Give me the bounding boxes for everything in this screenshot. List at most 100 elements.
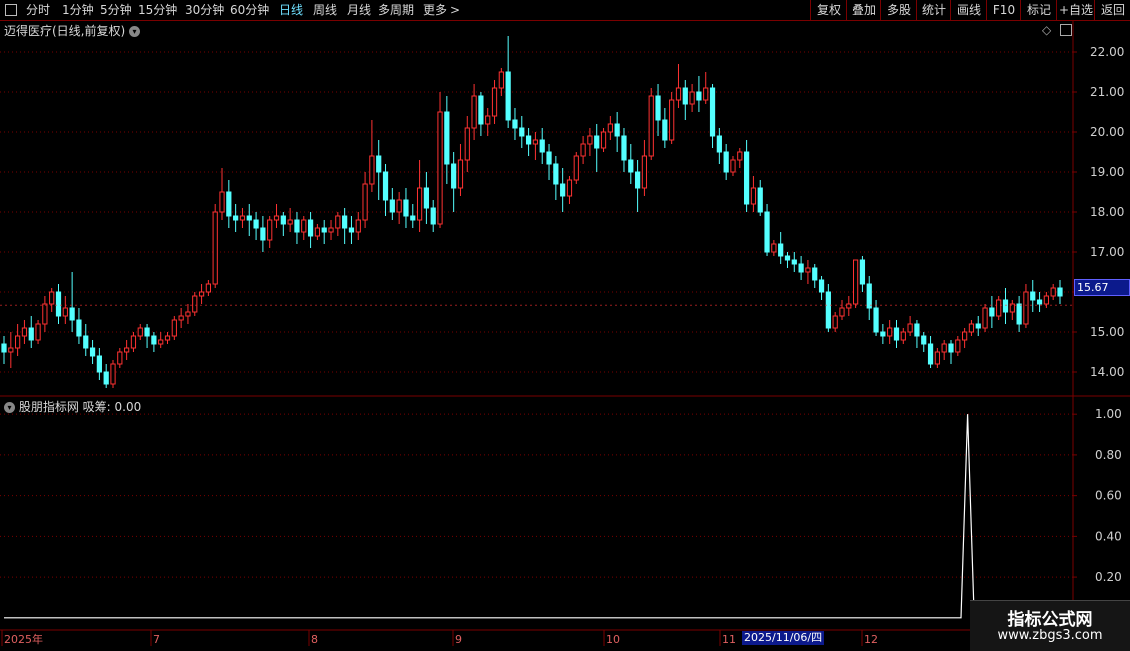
y-tick-label: 19.00 <box>1090 165 1124 179</box>
candle-body-down <box>76 319 82 337</box>
chevron-down-icon[interactable]: ▾ <box>129 26 141 37</box>
candle-body-down <box>253 219 259 229</box>
candle-body-down <box>69 307 75 321</box>
candle-body-up <box>15 335 21 349</box>
candle-body-up <box>750 187 757 205</box>
y-tick-label: 1.00 <box>1095 407 1122 421</box>
candle-body-up <box>273 215 280 221</box>
candle-body-up <box>267 219 273 241</box>
diamond-icon[interactable]: ◇ <box>1042 23 1051 37</box>
candle-body-down <box>280 215 286 225</box>
candle-body-up <box>1043 295 1049 305</box>
candle-body-up <box>955 339 961 353</box>
candle-body-up <box>355 219 361 233</box>
candle-body-up <box>62 307 68 317</box>
candle-body-down <box>784 255 791 261</box>
candle-body-down <box>764 211 770 253</box>
candle-body-down <box>89 347 96 357</box>
candle-body-down <box>880 331 886 337</box>
candle-body-down <box>1030 291 1036 301</box>
candle-body-down <box>28 327 34 341</box>
candle-body-up <box>198 291 205 297</box>
candle-body-down <box>103 371 109 385</box>
candle-body-up <box>491 87 498 117</box>
y-tick-label: 22.00 <box>1090 45 1124 59</box>
candle-body-down <box>403 199 409 217</box>
stock-title: 迈得医疗(日线,前复权) <box>4 24 126 38</box>
candle-body-down <box>348 227 355 233</box>
candle-body-up <box>335 215 341 229</box>
candle-body-up <box>982 307 988 329</box>
candle-body-up <box>287 219 293 225</box>
time-axis-label: 2025年 <box>4 632 43 646</box>
candle-body-up <box>900 331 906 341</box>
panel-toggle-icon[interactable] <box>1060 24 1072 36</box>
candle-body-up <box>21 327 28 337</box>
candle-body-down <box>655 95 661 121</box>
candle-body-down <box>662 119 668 141</box>
candle-body-up <box>941 343 947 353</box>
candle-body-up <box>689 91 695 105</box>
candle-body-down <box>723 151 729 173</box>
candle-body-up <box>464 127 470 161</box>
price-tag-value: 15.67 <box>1077 281 1109 294</box>
candle-body-up <box>907 323 913 333</box>
candle-body-up <box>471 95 477 129</box>
candle-body-down <box>83 335 89 349</box>
chevron-down-icon[interactable]: ▾ <box>4 402 15 413</box>
candle-body-up <box>587 135 593 145</box>
y-tick-label: 20.00 <box>1090 125 1124 139</box>
candle-body-down <box>1 343 7 353</box>
candle-body-up <box>219 191 225 213</box>
y-tick-label: 0.40 <box>1095 529 1122 543</box>
candle-body-down <box>294 219 300 233</box>
candle-body-down <box>989 307 995 317</box>
indicator-title: 股朋指标网 吸筹: 0.00 <box>18 400 142 414</box>
candle-body-up <box>675 87 682 101</box>
price-tag: 15.67 <box>1074 279 1130 296</box>
crosshair-date-value: 2025/11/06/四 <box>744 631 823 644</box>
candle-body-down <box>696 91 702 101</box>
candle-body-down <box>376 155 382 173</box>
candle-body-up <box>996 299 1002 317</box>
candle-body-down <box>307 219 314 237</box>
candle-body-down <box>451 163 457 189</box>
candle-body-up <box>124 347 130 353</box>
candle-body-up <box>737 151 743 161</box>
candle-body-down <box>866 283 872 309</box>
candle-body-down <box>812 267 818 281</box>
candle-body-up <box>117 351 123 365</box>
candle-body-up <box>110 363 116 385</box>
y-tick-label: 15.00 <box>1090 325 1124 339</box>
time-axis-label: 9 <box>455 633 462 646</box>
candle-body-up <box>362 183 368 221</box>
candle-body-up <box>437 111 443 225</box>
candle-body-up <box>205 283 211 293</box>
candle-body-down <box>757 187 763 213</box>
y-tick-label: 17.00 <box>1090 245 1124 259</box>
candle-body-down <box>478 95 484 125</box>
time-axis-label: 11 <box>722 633 736 646</box>
candle-body-down <box>546 151 552 165</box>
candle-body-up <box>669 99 675 141</box>
candle-body-down <box>430 207 436 225</box>
candle-body-up <box>839 307 845 317</box>
candle-body-up <box>580 143 586 157</box>
candle-body-up <box>301 219 307 233</box>
y-tick-label: 0.60 <box>1095 489 1122 503</box>
candle-body-down <box>539 139 545 153</box>
candle-body-down <box>682 87 688 105</box>
candle-body-up <box>314 227 321 237</box>
candle-body-up <box>137 327 143 337</box>
candle-body-down <box>389 199 395 213</box>
candle-body-up <box>328 227 334 233</box>
candle-body-up <box>130 335 137 349</box>
candle-body-down <box>628 159 634 173</box>
y-tick-label: 21.00 <box>1090 85 1124 99</box>
candle-body-down <box>716 135 722 153</box>
candle-body-up <box>805 267 811 273</box>
y-tick-label: 18.00 <box>1090 205 1124 219</box>
candle-body-up <box>607 123 613 133</box>
candle-body-down <box>553 163 559 185</box>
candle-body-down <box>505 71 511 121</box>
